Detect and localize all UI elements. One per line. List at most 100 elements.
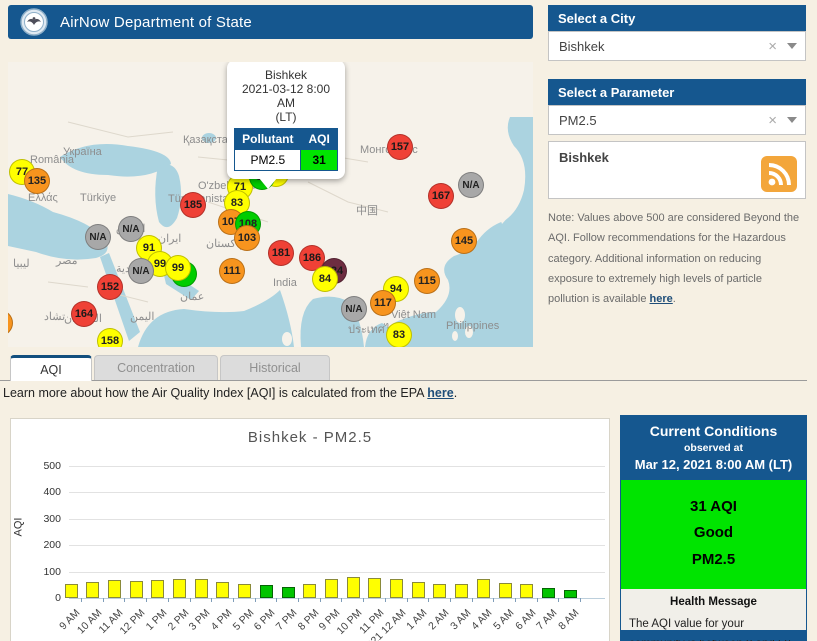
chart-bar[interactable] xyxy=(173,579,186,598)
chart-bar[interactable] xyxy=(368,578,381,598)
rss-city-label: Bishkek xyxy=(559,150,795,165)
dos-seal-logo xyxy=(20,8,48,36)
map-place-label: مصر xyxy=(56,254,78,267)
map-aqi-marker[interactable]: 158 xyxy=(97,328,123,347)
map-aqi-marker[interactable]: 115 xyxy=(414,268,440,294)
map-place-label: India xyxy=(273,277,297,289)
chart-x-tick xyxy=(146,598,147,602)
chart-bar[interactable] xyxy=(325,579,338,598)
chart-y-tick-label: 0 xyxy=(29,592,61,604)
chart-bar[interactable] xyxy=(216,582,229,598)
rss-feed-box: Bishkek xyxy=(548,141,806,199)
map-place-label: عمان xyxy=(180,290,204,303)
aqi-note: Note: Values above 500 are considered Be… xyxy=(548,208,806,310)
chart-bar[interactable] xyxy=(477,579,490,598)
chart-x-tick xyxy=(493,598,494,602)
map-aqi-marker[interactable]: 164 xyxy=(71,301,97,327)
popup-city: Bishkek xyxy=(233,68,339,82)
map-aqi-marker[interactable]: N/A xyxy=(341,296,367,322)
chart-bar[interactable] xyxy=(151,580,164,598)
chevron-down-icon[interactable] xyxy=(787,43,797,49)
chart-x-tick xyxy=(385,598,386,602)
chart-x-tick xyxy=(298,598,299,602)
select-city-header: Select a City xyxy=(548,5,806,31)
map-aqi-marker[interactable]: 117 xyxy=(370,290,396,316)
chart-bar[interactable] xyxy=(390,579,403,598)
map-place-label: Türkiye xyxy=(80,192,116,204)
popup-datetime: 2021-03-12 8:00 AM xyxy=(233,82,339,110)
tab-aqi[interactable]: AQI xyxy=(10,355,92,381)
chart-y-tick-label: 500 xyxy=(29,460,61,472)
chart-gridline xyxy=(69,492,605,493)
observed-at-label: observed at xyxy=(623,442,804,454)
popup-col-aqi: AQI xyxy=(301,129,337,150)
tab-concentration[interactable]: Concentration xyxy=(94,355,218,380)
chart-y-tick-label: 400 xyxy=(29,486,61,498)
chart-bar[interactable] xyxy=(86,582,99,598)
map-aqi-marker[interactable]: 135 xyxy=(24,168,50,194)
map-aqi-marker[interactable]: 103 xyxy=(234,225,260,251)
parameter-select[interactable]: PM2.5 × xyxy=(548,105,806,135)
clear-parameter-icon[interactable]: × xyxy=(768,112,777,129)
aqi-chart-panel: Bishkek - PM2.5 AQI 01002003004005009 AM… xyxy=(10,418,610,641)
chart-bar[interactable] xyxy=(130,581,143,598)
chart-y-tick-label: 100 xyxy=(29,566,61,578)
current-conditions-title: Current Conditions xyxy=(623,423,804,439)
map[interactable]: УкраїнаRomâniaΕλλάςTürkiyeҚазақстанO'zbe… xyxy=(8,62,533,347)
chart-gridline xyxy=(69,598,605,599)
map-aqi-marker[interactable]: 84 xyxy=(312,266,338,292)
chart-bar[interactable] xyxy=(282,587,295,598)
chart-bar[interactable] xyxy=(195,579,208,598)
epa-here-link[interactable]: here xyxy=(427,386,453,400)
map-place-label: România xyxy=(30,154,74,166)
map-aqi-marker[interactable]: N/A xyxy=(85,224,111,250)
map-aqi-marker[interactable]: 181 xyxy=(268,240,294,266)
chart-bar[interactable] xyxy=(412,582,425,598)
map-aqi-marker[interactable]: 185 xyxy=(180,192,206,218)
chart-bar[interactable] xyxy=(303,584,316,598)
map-aqi-marker[interactable]: 167 xyxy=(428,183,454,209)
chart-bar[interactable] xyxy=(347,577,360,598)
map-place-label: ایران xyxy=(158,232,181,245)
rss-icon[interactable] xyxy=(761,156,797,192)
note-here-link[interactable]: here xyxy=(650,293,673,305)
clear-city-icon[interactable]: × xyxy=(768,38,777,55)
map-aqi-marker[interactable]: 83 xyxy=(386,322,412,347)
chart-x-tick xyxy=(81,598,82,602)
chart-x-tick xyxy=(428,598,429,602)
chart-bar[interactable] xyxy=(108,580,121,598)
chart-bar[interactable] xyxy=(260,585,273,598)
map-place-label: تشاد xyxy=(44,310,65,323)
map-aqi-marker[interactable]: N/A xyxy=(458,172,484,198)
tab-historical[interactable]: Historical xyxy=(220,355,330,380)
panel-footer-bar xyxy=(621,630,806,640)
current-conditions-header: Current Conditions observed at Mar 12, 2… xyxy=(621,416,806,480)
chart-bar[interactable] xyxy=(65,584,78,598)
chart-bar[interactable] xyxy=(433,584,446,598)
map-place-label: اليمن xyxy=(130,310,154,323)
chart-y-axis-label: AQI xyxy=(12,518,24,537)
chart-bar[interactable] xyxy=(499,583,512,598)
chart-bar[interactable] xyxy=(455,584,468,598)
map-aqi-marker[interactable]: 99 xyxy=(165,255,191,281)
chevron-down-icon[interactable] xyxy=(787,117,797,123)
chart-bar[interactable] xyxy=(238,584,251,598)
map-aqi-marker[interactable]: N/A xyxy=(128,258,154,284)
popup-table: Pollutant AQI PM2.5 31 xyxy=(234,128,338,171)
chart-bar[interactable] xyxy=(564,590,577,598)
chart-x-tick xyxy=(255,598,256,602)
map-aqi-marker[interactable]: 111 xyxy=(219,258,245,284)
map-place-label: Philippines xyxy=(446,320,499,332)
map-aqi-marker[interactable]: 152 xyxy=(97,274,123,300)
chart-gridline xyxy=(69,519,605,520)
chart-x-tick xyxy=(124,598,125,602)
city-select[interactable]: Bishkek × xyxy=(548,31,806,61)
aqi-pollutant: PM2.5 xyxy=(621,547,806,573)
chart-bar[interactable] xyxy=(542,588,555,598)
chart-x-tick xyxy=(407,598,408,602)
map-aqi-marker[interactable]: 157 xyxy=(387,134,413,160)
chart-x-tick xyxy=(168,598,169,602)
map-aqi-marker[interactable]: 145 xyxy=(451,228,477,254)
chart-x-tick xyxy=(341,598,342,602)
chart-bar[interactable] xyxy=(520,584,533,598)
